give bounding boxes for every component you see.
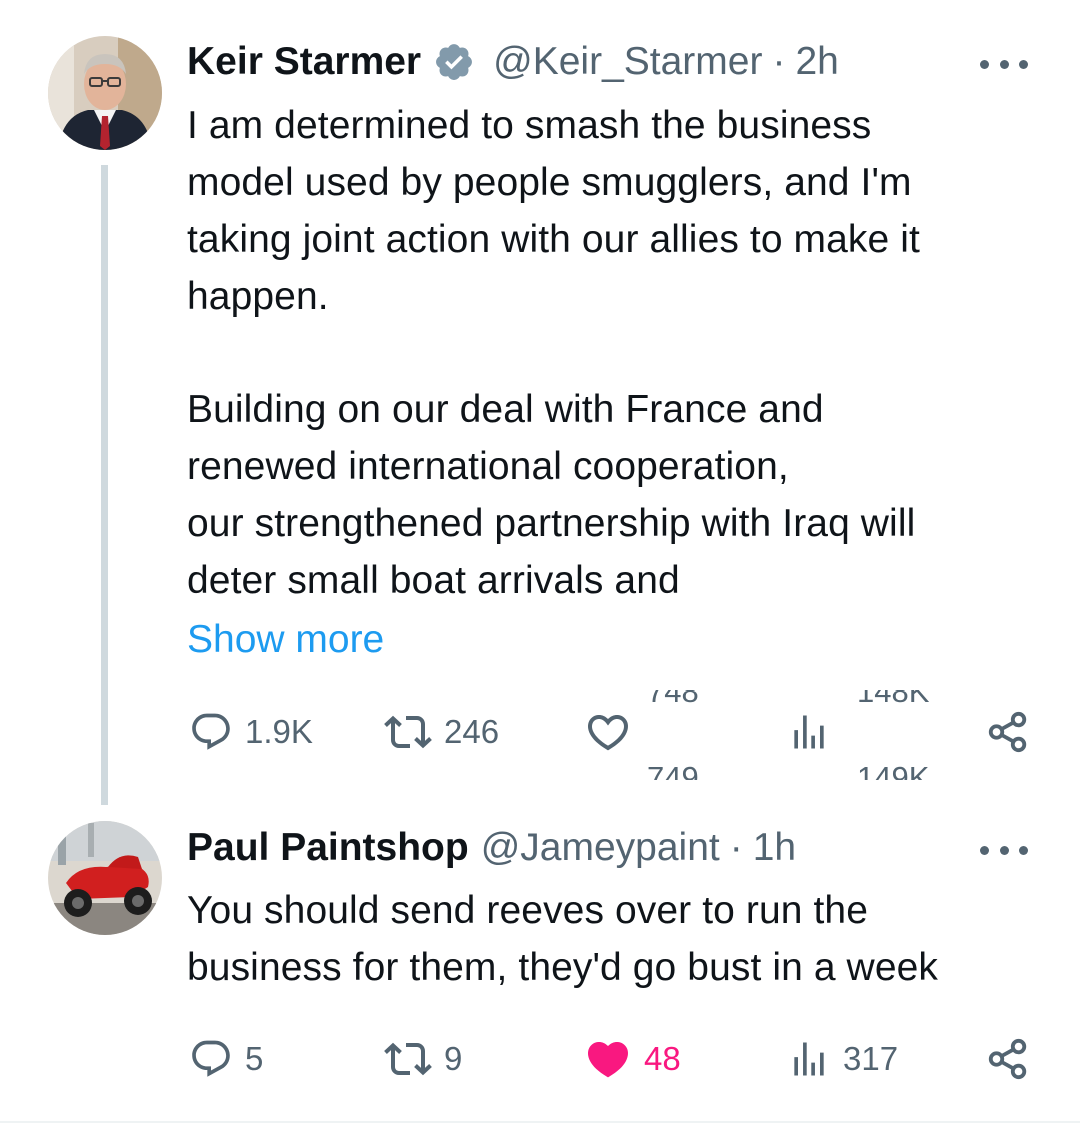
tweet-actions: 1.9K 246 748 749 148K 149K — [187, 690, 1037, 780]
like-count-new: 749 — [647, 760, 699, 780]
separator-dot: · — [729, 826, 743, 869]
tweet-text: You should send reeves over to run the b… — [187, 889, 938, 989]
tweet-header: Keir Starmer @Keir_Starmer · 2h — [187, 37, 839, 87]
views-icon — [787, 1037, 831, 1081]
share-icon — [985, 709, 1031, 755]
more-icon[interactable] — [980, 54, 1028, 74]
author-name[interactable]: Paul Paintshop — [187, 826, 469, 870]
share-icon — [985, 1036, 1031, 1082]
views-count: 317 — [843, 1040, 899, 1077]
views-button[interactable] — [787, 702, 831, 762]
more-icon[interactable] — [980, 840, 1028, 860]
views-icon — [787, 710, 831, 754]
reply-icon — [189, 1037, 233, 1081]
author-handle[interactable]: @Keir_Starmer — [493, 40, 762, 84]
like-count-old: 748 — [647, 690, 699, 709]
retweet-button[interactable]: 246 — [384, 702, 499, 762]
views-count-old: 148K — [857, 690, 930, 709]
like-button[interactable]: 48 — [584, 1029, 681, 1089]
views-button[interactable]: 317 — [787, 1029, 898, 1089]
author-name[interactable]: Keir Starmer — [187, 40, 421, 84]
avatar[interactable] — [48, 36, 162, 150]
verified-icon — [433, 41, 475, 83]
tweet-actions: 5 9 48 317 — [187, 1029, 1037, 1089]
share-button[interactable] — [985, 1029, 1031, 1089]
separator-dot: · — [772, 40, 786, 83]
timestamp[interactable]: 2h — [795, 40, 838, 84]
avatar[interactable] — [48, 821, 162, 935]
retweet-count: 246 — [444, 713, 500, 750]
reply-count: 1.9K — [245, 713, 313, 750]
like-count: 48 — [644, 1040, 681, 1077]
share-button[interactable] — [985, 702, 1031, 762]
like-count-rolling: 748 749 — [647, 690, 767, 780]
like-icon — [584, 1035, 632, 1083]
timestamp[interactable]: 1h — [753, 826, 796, 870]
retweet-icon — [384, 708, 432, 756]
retweet-button[interactable]: 9 — [384, 1029, 462, 1089]
like-icon — [584, 708, 632, 756]
thread-line — [101, 165, 108, 805]
reply-count: 5 — [245, 1040, 264, 1077]
show-more-link[interactable]: Show more — [187, 618, 384, 662]
reply-icon — [189, 710, 233, 754]
tweet-header: Paul Paintshop @Jameypaint · 1h — [187, 823, 796, 873]
like-button[interactable] — [584, 702, 632, 762]
tweet-text-paragraph-1: I am determined to smash the business mo… — [187, 104, 920, 318]
author-handle[interactable]: @Jameypaint — [481, 826, 720, 870]
reply-button[interactable]: 5 — [189, 1029, 263, 1089]
tweet-text-paragraph-2: Building on our deal with France and ren… — [187, 388, 916, 602]
views-count-new: 149K — [857, 760, 930, 780]
views-count-rolling: 148K 149K — [857, 690, 977, 780]
retweet-count: 9 — [444, 1040, 463, 1077]
divider — [0, 1121, 1080, 1123]
reply-button[interactable]: 1.9K — [189, 702, 313, 762]
retweet-icon — [384, 1035, 432, 1083]
